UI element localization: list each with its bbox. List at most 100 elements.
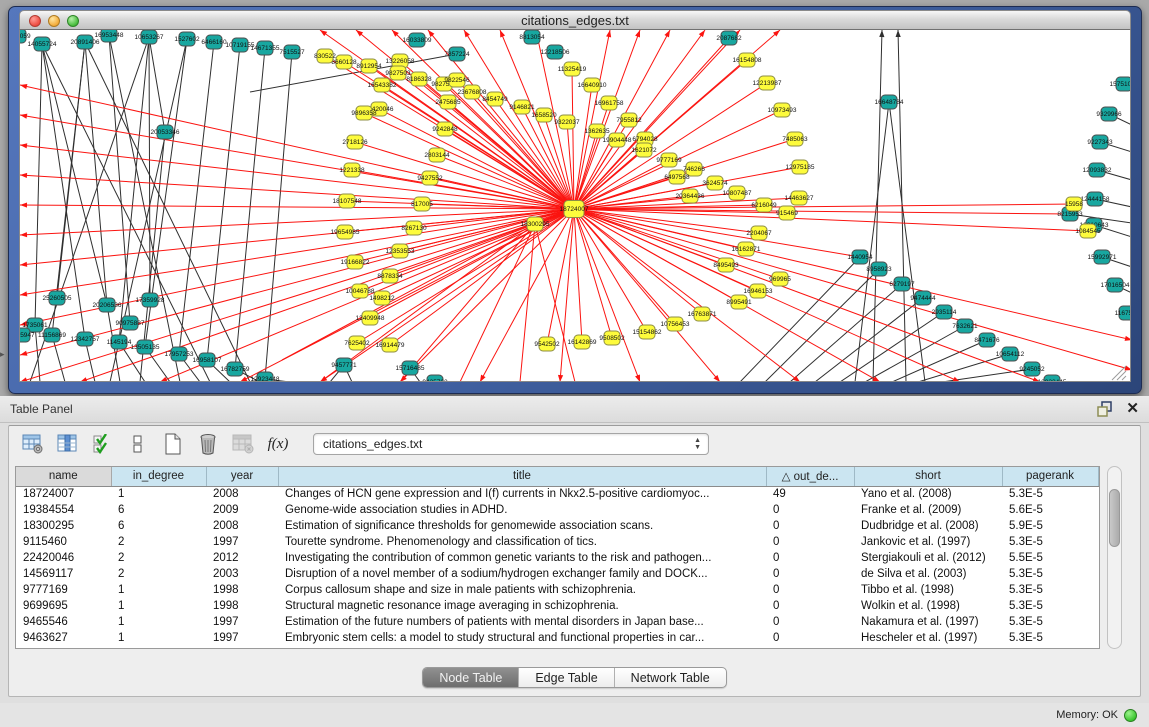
table-cell[interactable]: 5.3E-5 bbox=[1002, 486, 1098, 502]
table-cell[interactable]: de Silva et al. (2003) bbox=[854, 566, 1002, 582]
table-cell[interactable]: 9115460 bbox=[16, 534, 111, 550]
table-cell[interactable]: 14569117 bbox=[16, 566, 111, 582]
network-canvas[interactable]: 8605059140557242089140616953448106532671… bbox=[19, 30, 1131, 382]
table-cell[interactable]: 0 bbox=[766, 550, 854, 566]
table-cell[interactable]: 9699695 bbox=[16, 598, 111, 614]
table-cell[interactable]: 19384554 bbox=[16, 502, 111, 518]
table-cell[interactable]: 49 bbox=[766, 486, 854, 502]
table-cell[interactable]: Corpus callosum shape and size in male p… bbox=[278, 582, 766, 598]
table-scrollbar-thumb[interactable] bbox=[1109, 489, 1120, 547]
table-cell[interactable]: 1 bbox=[111, 582, 206, 598]
table-row[interactable]: 946554611997Estimation of the future num… bbox=[16, 614, 1098, 630]
table-cell[interactable]: Structural magnetic resonance image aver… bbox=[278, 598, 766, 614]
table-cell[interactable]: 5.6E-5 bbox=[1002, 502, 1098, 518]
table-cell[interactable]: 1 bbox=[111, 614, 206, 630]
table-cell[interactable]: Yano et al. (2008) bbox=[854, 486, 1002, 502]
panel-grip-icon[interactable]: ▸ bbox=[0, 349, 5, 360]
table-cell[interactable]: Hescheler et al. (1997) bbox=[854, 630, 1002, 646]
tab-node-table[interactable]: Node Table bbox=[423, 668, 519, 687]
table-cell[interactable]: Dudbridge et al. (2008) bbox=[854, 518, 1002, 534]
table-cell[interactable]: 5.3E-5 bbox=[1002, 598, 1098, 614]
close-panel-icon[interactable]: ✕ bbox=[1126, 402, 1139, 416]
table-cell[interactable]: 5.3E-5 bbox=[1002, 566, 1098, 582]
table-row[interactable]: 2242004622012Investigating the contribut… bbox=[16, 550, 1098, 566]
table-row[interactable]: 1830029562008Estimation of significance … bbox=[16, 518, 1098, 534]
node-table[interactable]: namein_degreeyeartitle△ out_de...shortpa… bbox=[15, 466, 1100, 649]
table-cell[interactable]: Tourette syndrome. Phenomenology and cla… bbox=[278, 534, 766, 550]
table-select-dropdown[interactable]: citations_edges.txt ▲▼ bbox=[313, 433, 709, 455]
table-row[interactable]: 1456911722003Disruption of a novel membe… bbox=[16, 566, 1098, 582]
column-header-name[interactable]: name bbox=[16, 467, 111, 486]
table-cell[interactable]: Genome-wide association studies in ADHD. bbox=[278, 502, 766, 518]
table-cell[interactable]: Estimation of significance thresholds fo… bbox=[278, 518, 766, 534]
table-cell[interactable]: 0 bbox=[766, 566, 854, 582]
table-row[interactable]: 1872400712008Changes of HCN gene express… bbox=[16, 486, 1098, 502]
table-cell[interactable]: 2 bbox=[111, 566, 206, 582]
table-cell[interactable]: 9465546 bbox=[16, 614, 111, 630]
table-cell[interactable]: Changes of HCN gene expression and I(f) … bbox=[278, 486, 766, 502]
table-cell[interactable]: 2 bbox=[111, 550, 206, 566]
table-row[interactable]: 946362711997Embryonic stem cells: a mode… bbox=[16, 630, 1098, 646]
table-cell[interactable]: Stergiakouli et al. (2012) bbox=[854, 550, 1002, 566]
column-header-year[interactable]: year bbox=[206, 467, 278, 486]
delete-table-icon[interactable] bbox=[196, 432, 220, 456]
table-cell[interactable]: Tibbo et al. (1998) bbox=[854, 582, 1002, 598]
table-cell[interactable]: 9463627 bbox=[16, 630, 111, 646]
float-window-icon[interactable] bbox=[1097, 401, 1114, 417]
table-cell[interactable]: 5.3E-5 bbox=[1002, 614, 1098, 630]
network-window[interactable]: citations_edges.txt 86050591405572420891… bbox=[8, 6, 1142, 394]
table-cell[interactable]: Franke et al. (2009) bbox=[854, 502, 1002, 518]
row-height-icon[interactable] bbox=[126, 432, 150, 456]
table-cell[interactable]: 5.3E-5 bbox=[1002, 534, 1098, 550]
tab-edge-table[interactable]: Edge Table bbox=[519, 668, 614, 687]
table-cell[interactable]: 2012 bbox=[206, 550, 278, 566]
table-cell[interactable]: 1997 bbox=[206, 630, 278, 646]
table-cell[interactable]: 0 bbox=[766, 502, 854, 518]
table-row[interactable]: 911546021997Tourette syndrome. Phenomeno… bbox=[16, 534, 1098, 550]
table-cell[interactable]: 1 bbox=[111, 598, 206, 614]
table-cell[interactable]: 18300295 bbox=[16, 518, 111, 534]
table-row[interactable]: 1938455462009Genome-wide association stu… bbox=[16, 502, 1098, 518]
table-cell[interactable]: 6 bbox=[111, 518, 206, 534]
table-cell[interactable]: 22420046 bbox=[16, 550, 111, 566]
table-cell[interactable]: 2003 bbox=[206, 566, 278, 582]
column-header-title[interactable]: title bbox=[278, 467, 766, 486]
table-cell[interactable]: Investigating the contribution of common… bbox=[278, 550, 766, 566]
table-cell[interactable]: 2 bbox=[111, 534, 206, 550]
tab-network-table[interactable]: Network Table bbox=[615, 668, 726, 687]
table-cell[interactable]: 0 bbox=[766, 630, 854, 646]
table-cell[interactable]: 1997 bbox=[206, 614, 278, 630]
table-cell[interactable]: Nakamura et al. (1997) bbox=[854, 614, 1002, 630]
table-cell[interactable]: 2008 bbox=[206, 518, 278, 534]
table-cell[interactable]: 5.9E-5 bbox=[1002, 518, 1098, 534]
table-scrollbar[interactable] bbox=[1107, 466, 1122, 649]
table-cell[interactable]: 5.3E-5 bbox=[1002, 630, 1098, 646]
table-cell[interactable]: Disruption of a novel member of a sodium… bbox=[278, 566, 766, 582]
table-cell[interactable]: 6 bbox=[111, 502, 206, 518]
table-cell[interactable]: 0 bbox=[766, 582, 854, 598]
table-cell[interactable]: 5.3E-5 bbox=[1002, 582, 1098, 598]
table-settings-icon[interactable] bbox=[21, 432, 45, 456]
table-cell[interactable]: 1 bbox=[111, 630, 206, 646]
new-table-icon[interactable] bbox=[161, 432, 185, 456]
select-all-icon[interactable] bbox=[91, 432, 115, 456]
table-cell[interactable]: 18724007 bbox=[16, 486, 111, 502]
table-cell[interactable]: Jankovic et al. (1997) bbox=[854, 534, 1002, 550]
close-window-icon[interactable] bbox=[29, 15, 41, 27]
table-cell[interactable]: 1997 bbox=[206, 534, 278, 550]
column-header-out_de[interactable]: △ out_de... bbox=[766, 467, 854, 486]
column-header-pagerank[interactable]: pagerank bbox=[1002, 467, 1098, 486]
table-cell[interactable]: 9777169 bbox=[16, 582, 111, 598]
table-cell[interactable]: 1998 bbox=[206, 598, 278, 614]
table-cell[interactable]: 2008 bbox=[206, 486, 278, 502]
column-header-short[interactable]: short bbox=[854, 467, 1002, 486]
table-cell[interactable]: 0 bbox=[766, 598, 854, 614]
table-row[interactable]: 969969511998Structural magnetic resonanc… bbox=[16, 598, 1098, 614]
zoom-window-icon[interactable] bbox=[67, 15, 79, 27]
table-row[interactable]: 977716911998Corpus callosum shape and si… bbox=[16, 582, 1098, 598]
table-cell[interactable]: Wolkin et al. (1998) bbox=[854, 598, 1002, 614]
minimize-window-icon[interactable] bbox=[48, 15, 60, 27]
table-cell[interactable]: 2009 bbox=[206, 502, 278, 518]
table-cell[interactable]: 5.5E-5 bbox=[1002, 550, 1098, 566]
table-cell[interactable]: 1998 bbox=[206, 582, 278, 598]
